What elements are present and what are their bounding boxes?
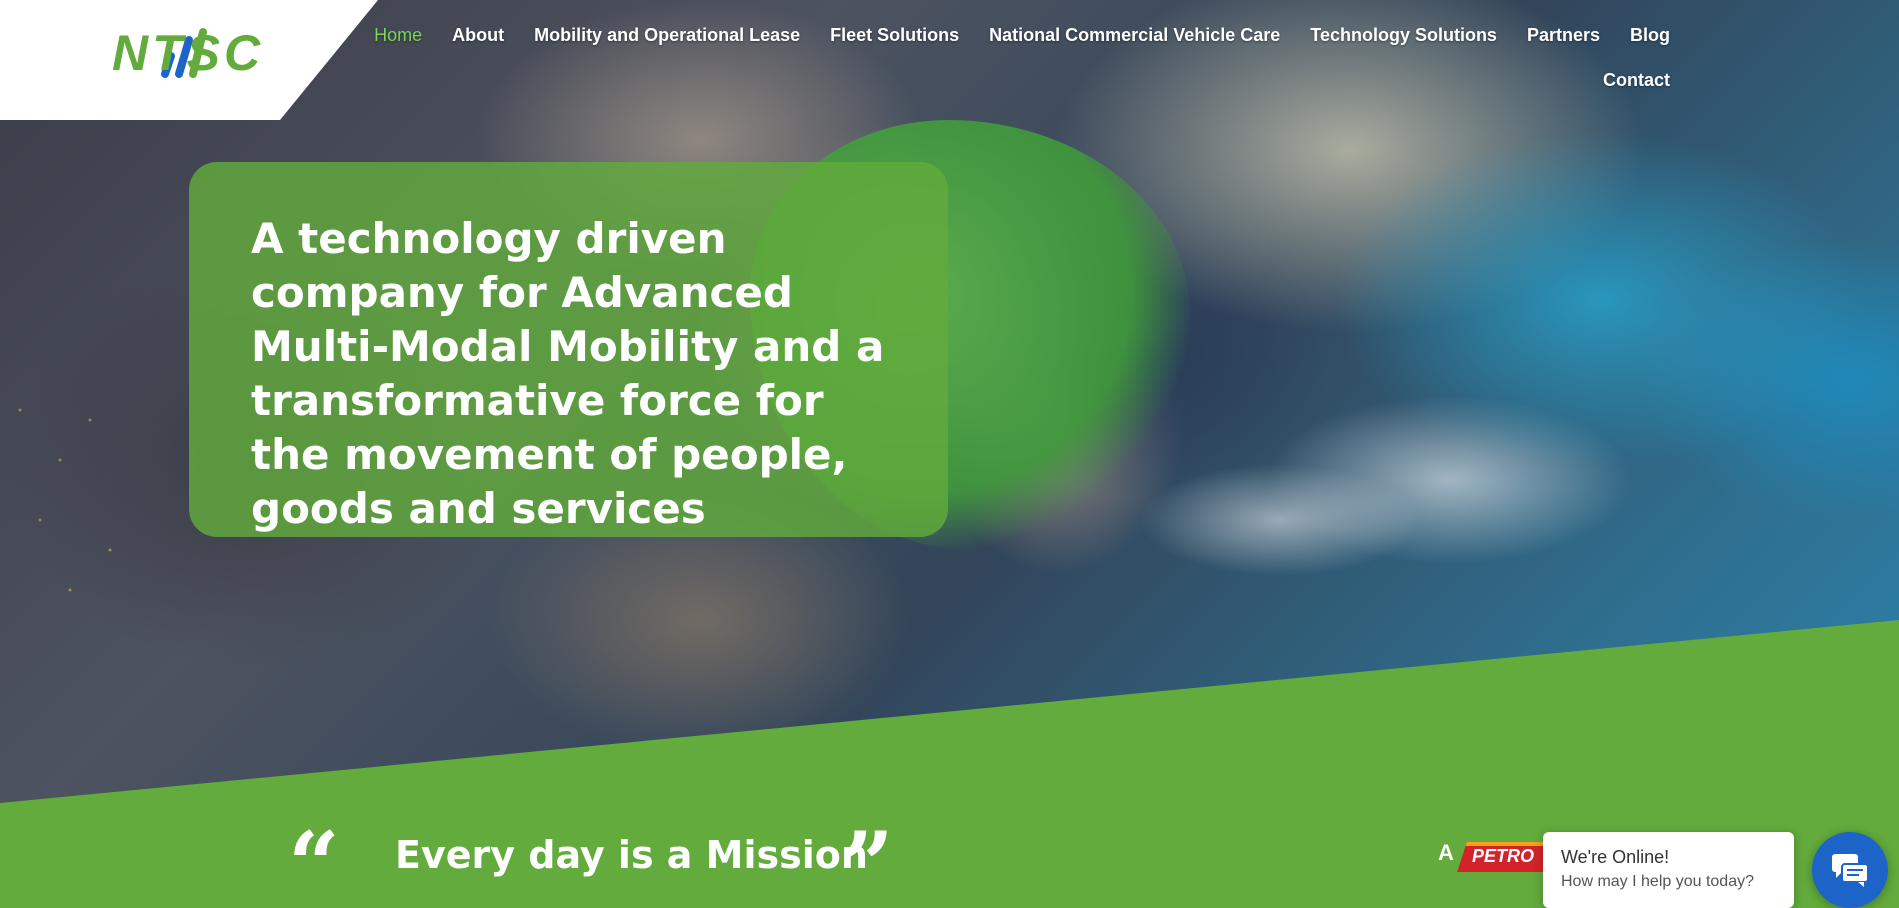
- nav-item-about[interactable]: About: [452, 25, 504, 46]
- nav-item-mobility-lease[interactable]: Mobility and Operational Lease: [534, 25, 800, 46]
- nav-item-partners[interactable]: Partners: [1527, 25, 1600, 46]
- quote-open-mark: “: [288, 812, 340, 908]
- headline-card: A technology driven company for Advanced…: [189, 162, 948, 537]
- chat-launcher-button[interactable]: [1812, 832, 1888, 908]
- nav-item-technology-solutions[interactable]: Technology Solutions: [1310, 25, 1497, 46]
- hero-headline: A technology driven company for Advanced…: [251, 214, 885, 533]
- nav-item-contact[interactable]: Contact: [1603, 70, 1670, 100]
- nav-item-blog[interactable]: Blog: [1630, 25, 1670, 46]
- logo-text: NTSC: [112, 25, 265, 81]
- main-nav: Home About Mobility and Operational Leas…: [374, 20, 1670, 100]
- mission-statement: Every day is a Mission: [395, 833, 868, 877]
- city-lights: [0, 380, 160, 620]
- chat-subtitle: How may I help you today?: [1561, 873, 1754, 890]
- chat-bubbles-icon: [1832, 854, 1869, 887]
- nav-item-vehicle-care[interactable]: National Commercial Vehicle Care: [989, 25, 1280, 46]
- chat-greeting-bubble[interactable]: We're Online! How may I help you today?: [1543, 832, 1794, 908]
- chat-title: We're Online!: [1561, 847, 1670, 867]
- quote-close-mark: ”: [842, 812, 894, 908]
- nav-item-fleet-solutions[interactable]: Fleet Solutions: [830, 25, 959, 46]
- nav-item-home[interactable]: Home: [374, 25, 422, 46]
- partner-prefix: A: [1438, 840, 1454, 865]
- petromin-logo-text: PETRO: [1472, 846, 1535, 866]
